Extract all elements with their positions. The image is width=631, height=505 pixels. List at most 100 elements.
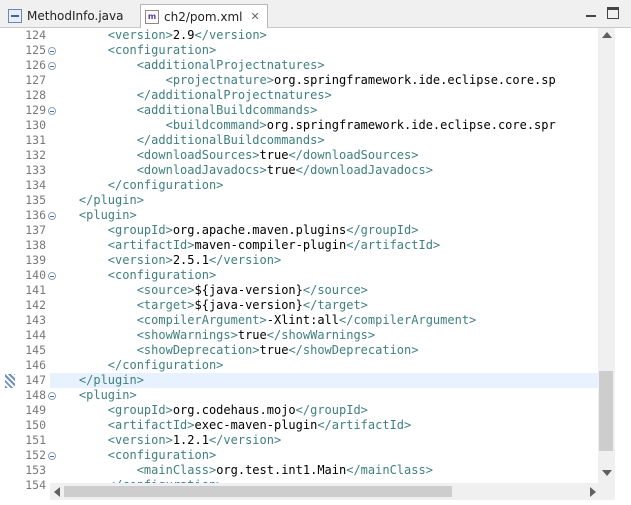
- line-number: 143: [25, 313, 46, 327]
- xml-open-tag: <artifactId>: [107, 238, 195, 252]
- xml-open-tag: <groupId>: [107, 223, 173, 237]
- overview-ruler: [0, 28, 8, 483]
- xml-open-tag: </configuration>: [107, 178, 224, 192]
- code-line: <downloadSources>true</downloadSources>: [50, 148, 419, 163]
- horizontal-scroll-thumb[interactable]: [64, 486, 452, 497]
- xml-text: true: [259, 343, 289, 357]
- code-line: <source>${java-version}</source>: [50, 283, 368, 298]
- xml-open-tag: <configuration>: [107, 448, 217, 462]
- xml-open-tag: <downloadSources>: [136, 148, 260, 162]
- scroll-right-icon[interactable]: [590, 487, 596, 497]
- xml-open-tag: <showWarnings>: [136, 328, 238, 342]
- xml-open-tag: <groupId>: [107, 403, 173, 417]
- line-number: 151: [25, 433, 46, 447]
- code-line: <target>${java-version}</target>: [50, 298, 368, 313]
- code-line: <downloadJavadocs>true</downloadJavadocs…: [50, 163, 433, 178]
- line-number: 142: [25, 298, 46, 312]
- code-line: <plugin>: [50, 388, 137, 403]
- xml-text: 1.2.1: [172, 433, 209, 447]
- xml-open-tag: </plugin>: [78, 193, 144, 207]
- line-number: 147: [25, 373, 46, 387]
- maximize-icon[interactable]: [607, 7, 619, 19]
- line-number: 137: [25, 223, 46, 237]
- scroll-left-icon[interactable]: [54, 487, 60, 497]
- line-number: 138: [25, 238, 46, 252]
- code-line: <artifactId>exec-maven-plugin</artifactI…: [50, 418, 411, 433]
- line-number: 136: [25, 208, 46, 222]
- code-line: <compilerArgument>-Xlint:all</compilerAr…: [50, 313, 477, 328]
- line-number: 131: [25, 133, 46, 147]
- xml-close-tag: </downloadSources>: [288, 148, 419, 162]
- line-number: 146: [25, 358, 46, 372]
- code-line: <showDeprecation>true</showDeprecation>: [50, 343, 419, 358]
- xml-close-tag: </artifactId>: [346, 238, 441, 252]
- xml-text: true: [259, 148, 289, 162]
- xml-open-tag: <buildcommand>: [165, 118, 267, 132]
- xml-editor[interactable]: 124 125 126 127 128 129 130 131 132 133 134 135 136 1…: [0, 28, 631, 505]
- vertical-scrollbar[interactable]: [598, 28, 615, 483]
- line-number: 144: [25, 328, 46, 342]
- line-number: 153: [25, 463, 46, 477]
- xml-open-tag: <configuration>: [107, 268, 217, 282]
- xml-close-tag: </version>: [208, 253, 282, 267]
- scroll-up-icon[interactable]: [602, 32, 612, 38]
- editor-tab-bar: MethodInfo.java m ch2/pom.xml ✕: [0, 0, 631, 28]
- xml-text: maven-compiler-plugin: [194, 238, 347, 252]
- tab-methodinfo-java[interactable]: MethodInfo.java: [4, 4, 134, 28]
- line-number: 152: [25, 448, 46, 462]
- xml-text: exec-maven-plugin: [194, 418, 318, 432]
- xml-open-tag: <configuration>: [107, 43, 217, 57]
- xml-open-tag: <plugin>: [78, 388, 137, 402]
- code-area[interactable]: <version>2.9</version> <configuration> <…: [50, 28, 598, 483]
- xml-text: ${java-version}: [194, 298, 303, 312]
- xml-open-tag: <additionalProjectnatures>: [136, 58, 325, 72]
- tab-pom-xml[interactable]: m ch2/pom.xml ✕: [140, 4, 268, 28]
- xml-open-tag: <plugin>: [78, 208, 137, 222]
- tab-label: ch2/pom.xml: [164, 9, 243, 24]
- close-tab-icon[interactable]: ✕: [250, 10, 259, 23]
- xml-open-tag: <target>: [136, 298, 195, 312]
- xml-open-tag: <mainClass>: [136, 463, 217, 477]
- line-number: 126: [25, 58, 46, 72]
- xml-open-tag: <additionalBuildcommands>: [136, 103, 318, 117]
- xml-open-tag: <projectnature>: [165, 73, 274, 87]
- xml-close-tag: </artifactId>: [317, 418, 412, 432]
- xml-text: org.springframework.ide.eclipse.core.sp: [273, 73, 556, 87]
- line-number: 132: [25, 148, 46, 162]
- scroll-down-icon[interactable]: [602, 470, 612, 476]
- code-line: <version>2.5.1</version>: [50, 253, 281, 268]
- code-line: <groupId>org.apache.maven.plugins</group…: [50, 223, 419, 238]
- xml-open-tag: </additionalBuildcommands>: [136, 133, 325, 147]
- line-number: 140: [25, 268, 46, 282]
- xml-close-tag: </target>: [302, 298, 368, 312]
- xml-text: org.codehaus.mojo: [172, 403, 296, 417]
- code-line: <version>1.2.1</version>: [50, 433, 281, 448]
- line-number: 125: [25, 43, 46, 57]
- vertical-scroll-thumb[interactable]: [599, 371, 613, 451]
- minimize-icon[interactable]: [585, 7, 597, 19]
- xml-open-tag: <showDeprecation>: [136, 343, 260, 357]
- code-line: <projectnature>org.springframework.ide.e…: [50, 73, 556, 88]
- line-number: 127: [25, 73, 46, 87]
- horizontal-scrollbar[interactable]: [50, 483, 598, 500]
